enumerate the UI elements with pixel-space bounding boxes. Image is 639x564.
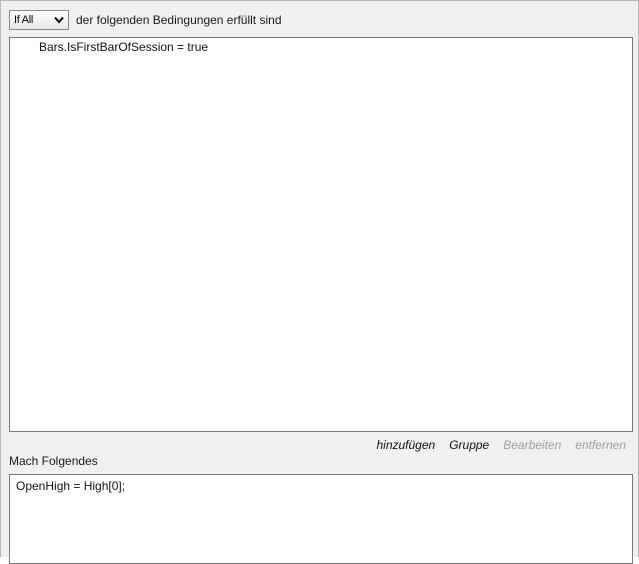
chevron-down-icon xyxy=(54,16,64,24)
edit-button[interactable]: Bearbeiten xyxy=(503,438,561,452)
conditions-list[interactable]: Bars.IsFirstBarOfSession = true xyxy=(9,37,633,432)
condition-header-label: der folgenden Bedingungen erfüllt sind xyxy=(76,13,282,27)
group-button[interactable]: Gruppe xyxy=(449,438,489,452)
action-bar: hinzufügen Gruppe Bearbeiten entfernen xyxy=(376,438,626,452)
condition-mode-dropdown[interactable]: If All xyxy=(9,10,69,30)
condition-item[interactable]: Bars.IsFirstBarOfSession = true xyxy=(39,40,208,54)
condition-mode-value: If All xyxy=(14,14,33,26)
remove-button[interactable]: entfernen xyxy=(575,438,626,452)
add-button[interactable]: hinzufügen xyxy=(376,438,435,452)
actions-section-label: Mach Folgendes xyxy=(9,454,98,468)
action-line[interactable]: OpenHigh = High[0]; xyxy=(16,479,125,493)
actions-code-editor[interactable]: OpenHigh = High[0]; xyxy=(9,474,633,564)
condition-editor-panel: If All der folgenden Bedingungen erfüllt… xyxy=(0,0,639,564)
